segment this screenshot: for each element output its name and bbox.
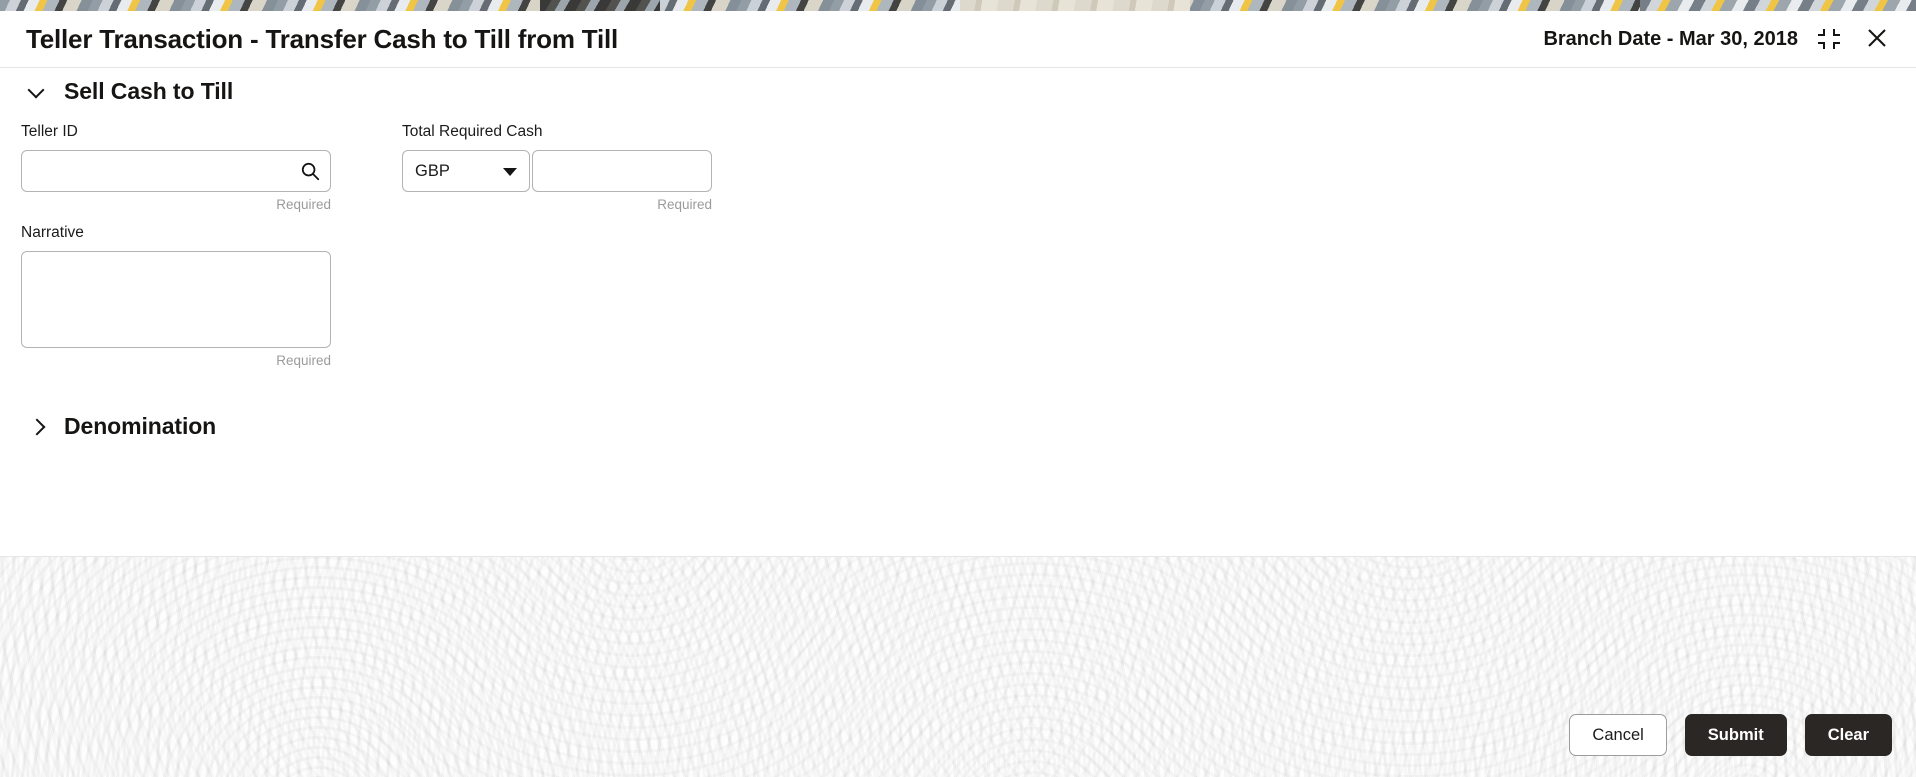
window-titlebar: Teller Transaction - Transfer Cash to Ti… [0,11,1916,68]
decorative-strip-segment [540,0,660,11]
close-icon [1865,26,1889,53]
narrative-label: Narrative [21,224,84,241]
decorative-strip-segment [1640,0,1916,11]
teller-id-input-wrapper[interactable] [21,150,331,192]
minimize-button[interactable] [1812,22,1846,56]
amount-input-wrapper[interactable] [532,150,712,192]
minimize-icon [1818,29,1840,49]
chevron-down-icon [26,81,48,103]
teller-transaction-window: Teller Transaction - Transfer Cash to Ti… [0,0,1916,777]
field-total-required-cash: Total Required Cash GBP Required [402,123,712,212]
decorative-strip-segment [960,0,1190,11]
search-icon[interactable] [299,160,321,182]
section-title: Denomination [64,413,217,439]
narrative-textarea[interactable] [21,251,331,348]
section-header-denomination[interactable]: Denomination [26,413,216,440]
teller-id-required-hint: Required [276,197,331,212]
cancel-button[interactable]: Cancel [1569,714,1667,756]
section-title: Sell Cash to Till [64,78,234,104]
clear-button[interactable]: Clear [1804,714,1892,756]
field-teller-id: Teller ID Required [21,123,331,212]
total-required-cash-required-hint: Required [657,197,712,212]
page-title: Teller Transaction - Transfer Cash to Ti… [26,23,619,54]
total-required-cash-label: Total Required Cash [402,123,543,140]
section-header-sell-cash-to-till[interactable]: Sell Cash to Till [26,78,233,105]
currency-select-wrapper[interactable]: GBP [402,150,530,192]
currency-select[interactable]: GBP [403,151,529,191]
field-narrative: Narrative Required [21,224,331,368]
branch-date-label: Branch Date - Mar 30, 2018 [1543,27,1798,50]
chevron-right-icon [26,416,48,438]
currency-amount-group: GBP [402,150,712,192]
teller-id-input[interactable] [22,151,330,191]
form-panel: Sell Cash to Till Teller ID Required Tot… [0,68,1916,557]
amount-input[interactable] [533,151,711,191]
narrative-required-hint: Required [276,353,331,368]
teller-id-label: Teller ID [21,123,78,140]
submit-button[interactable]: Submit [1684,714,1787,756]
decorative-top-strip [0,0,1916,11]
titlebar-actions: Branch Date - Mar 30, 2018 [1543,22,1894,56]
close-button[interactable] [1860,22,1894,56]
footer-actions: Cancel Submit Clear [1569,714,1892,756]
